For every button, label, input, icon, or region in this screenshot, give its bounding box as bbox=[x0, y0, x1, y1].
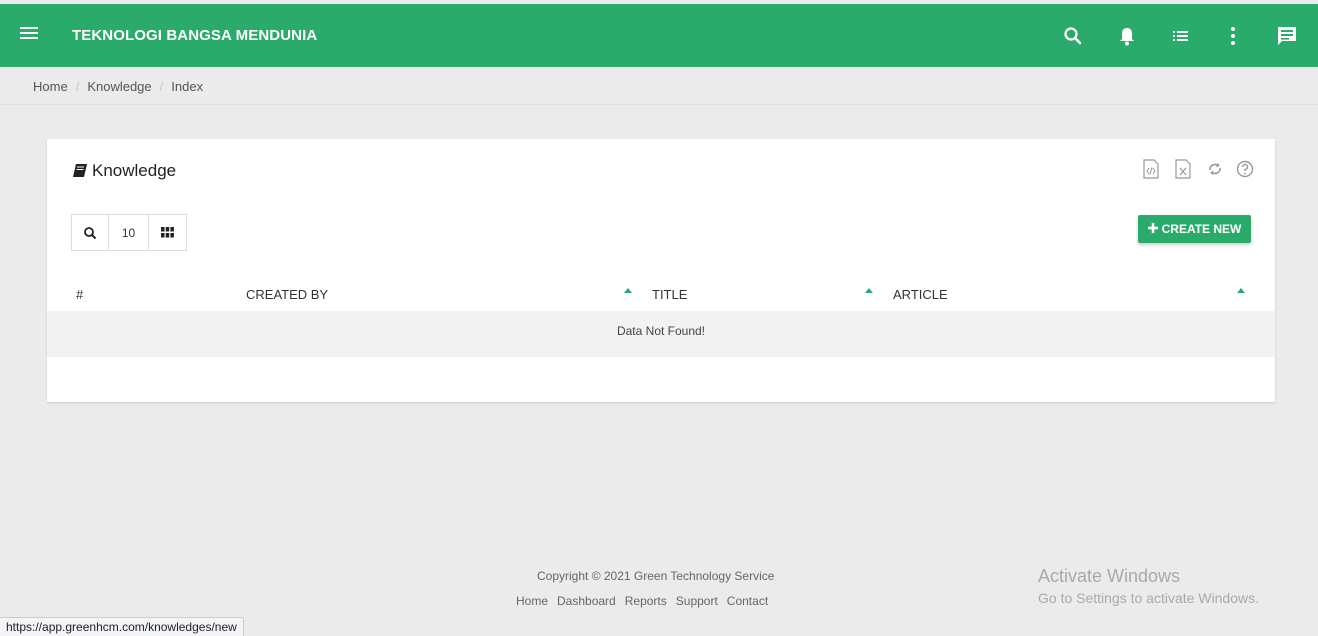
copyright-text: Copyright © 2021 Green Technology Servic… bbox=[537, 569, 775, 583]
table-row: Data Not Found! bbox=[47, 311, 1275, 357]
sort-asc-icon[interactable] bbox=[624, 288, 632, 293]
columns-grid-icon[interactable] bbox=[149, 215, 186, 250]
column-header-article[interactable]: ARTICLE bbox=[893, 287, 948, 302]
table-toolbar: 10 bbox=[71, 214, 187, 251]
bell-icon[interactable] bbox=[1116, 25, 1138, 47]
footer-link-dashboard[interactable]: Dashboard bbox=[557, 594, 616, 608]
knowledge-card: Knowledge 10 CREATE NEW # CREATED BY TIT… bbox=[47, 139, 1275, 402]
brand-title[interactable]: TEKNOLOGI BANGSA MENDUNIA bbox=[72, 27, 317, 44]
browser-status-url: https://app.greenhcm.com/knowledges/new bbox=[0, 617, 244, 636]
watermark-line2: Go to Settings to activate Windows. bbox=[1038, 590, 1259, 606]
empty-message: Data Not Found! bbox=[616, 324, 706, 338]
footer-link-contact[interactable]: Contact bbox=[727, 594, 768, 608]
export-excel-icon[interactable] bbox=[1173, 158, 1193, 180]
table-search-icon[interactable] bbox=[72, 215, 109, 250]
hamburger-menu-icon[interactable] bbox=[20, 24, 38, 44]
sort-asc-icon[interactable] bbox=[1237, 288, 1245, 293]
top-navbar: TEKNOLOGI BANGSA MENDUNIA bbox=[0, 4, 1318, 67]
breadcrumb-separator: / bbox=[159, 79, 164, 94]
create-new-button[interactable]: CREATE NEW bbox=[1138, 215, 1251, 243]
card-title-text: Knowledge bbox=[92, 161, 177, 180]
book-icon bbox=[72, 163, 88, 183]
footer-link-reports[interactable]: Reports bbox=[625, 594, 667, 608]
chat-icon[interactable] bbox=[1276, 25, 1298, 47]
more-vert-icon[interactable] bbox=[1222, 25, 1244, 47]
column-header-created-by[interactable]: CREATED BY bbox=[246, 287, 328, 302]
card-title: Knowledge bbox=[72, 161, 176, 183]
breadcrumb: Home / Knowledge / Index bbox=[0, 67, 1318, 105]
page-size-select[interactable]: 10 bbox=[109, 215, 149, 250]
footer-links: Home Dashboard Reports Support Contact bbox=[516, 594, 777, 608]
sort-asc-icon[interactable] bbox=[865, 288, 873, 293]
export-code-icon[interactable] bbox=[1141, 158, 1161, 180]
breadcrumb-home[interactable]: Home bbox=[33, 79, 68, 94]
breadcrumb-separator: / bbox=[75, 79, 80, 94]
help-icon[interactable] bbox=[1235, 158, 1255, 180]
windows-activation-watermark: Activate Windows Go to Settings to activ… bbox=[1038, 566, 1259, 606]
search-icon[interactable] bbox=[1062, 25, 1084, 47]
breadcrumb-knowledge[interactable]: Knowledge bbox=[87, 79, 151, 94]
table-header: # CREATED BY TITLE ARTICLE bbox=[47, 279, 1275, 311]
column-header-title[interactable]: TITLE bbox=[652, 287, 687, 302]
refresh-icon[interactable] bbox=[1205, 158, 1225, 180]
footer-link-support[interactable]: Support bbox=[676, 594, 718, 608]
column-header-number[interactable]: # bbox=[76, 287, 83, 302]
breadcrumb-index: Index bbox=[171, 79, 204, 94]
list-icon[interactable] bbox=[1170, 25, 1192, 47]
create-new-label: CREATE NEW bbox=[1161, 222, 1242, 236]
watermark-line1: Activate Windows bbox=[1038, 566, 1181, 586]
plus-icon bbox=[1147, 222, 1158, 236]
footer-link-home[interactable]: Home bbox=[516, 594, 548, 608]
